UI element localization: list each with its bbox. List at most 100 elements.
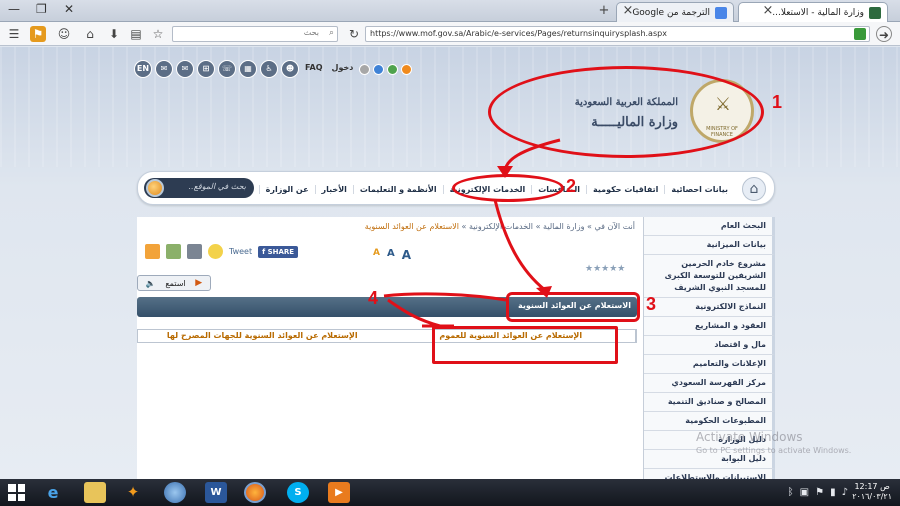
sidebar-item[interactable]: مشروع خادم الحرمين الشريفين للتوسعة الكب…	[644, 255, 775, 298]
authorized-entities-inquiry-link[interactable]: الإستعلام عن العوائد السنوية للجهات المص…	[138, 330, 387, 342]
annotation-box-public-link	[432, 326, 618, 364]
sidebar-item[interactable]: المطبوعات الحكومية	[644, 412, 775, 431]
annotation-ellipse-eservices	[452, 174, 564, 202]
nav-item-regulations[interactable]: الأنظمة و التعليمات	[352, 184, 443, 194]
new-tab-button[interactable]: +	[596, 3, 612, 19]
print-icon[interactable]	[187, 244, 202, 259]
font-size-controls: A A A	[373, 248, 411, 262]
listen-label: استمع	[165, 278, 186, 288]
bookmarks-icon[interactable]: ▤	[128, 26, 144, 42]
video-player-icon[interactable]: ▶	[328, 482, 350, 503]
browser-search-input[interactable]: بحث ⌕	[172, 26, 338, 42]
listen-button[interactable]: 🔈 استمع ▶	[137, 275, 211, 291]
nav-item-about[interactable]: عن الوزارة	[258, 184, 315, 194]
firefox-icon[interactable]	[244, 482, 266, 503]
sidebar-item[interactable]: العقود و المشاريع	[644, 317, 775, 336]
theme-blue-button[interactable]	[373, 63, 385, 75]
annotation-ellipse-logo	[488, 66, 764, 158]
url-bar[interactable]: https://www.mof.gov.sa/Arabic/e-services…	[365, 26, 870, 42]
maximize-icon[interactable]: ❐	[36, 2, 47, 16]
email-icon[interactable]: ✉	[155, 60, 173, 78]
url-text: https://www.mof.gov.sa/Arabic/e-services…	[370, 29, 667, 38]
font-large-button[interactable]: A	[402, 248, 411, 262]
flag-icon[interactable]: ⚑	[815, 487, 824, 498]
taskbar-clock[interactable]: 12:17 ص ٢٠١٦/٠٣/٢١	[852, 482, 892, 502]
site-search-input[interactable]: بحث في الموقع..	[144, 178, 254, 198]
font-medium-button[interactable]: A	[387, 248, 395, 262]
nav-item-statistics[interactable]: بيانات احصائية	[664, 184, 734, 194]
tweet-button[interactable]: Tweet	[229, 247, 252, 256]
sidebar-item[interactable]: المصالح و صناديق التنمية	[644, 393, 775, 412]
login-link[interactable]: دخول	[329, 60, 357, 78]
annotation-number-2: 2	[566, 176, 577, 196]
breadcrumb-link-ministry[interactable]: وزارة المالية	[543, 222, 584, 231]
mof-favicon-icon	[869, 6, 881, 19]
secure-site-icon[interactable]	[854, 28, 866, 40]
mail-icon[interactable]: ✉	[176, 60, 194, 78]
internet-explorer-icon[interactable]: e	[42, 482, 64, 503]
volume-icon[interactable]: ♪	[842, 487, 848, 498]
close-icon[interactable]: ✕	[64, 2, 74, 16]
theme-gray-button[interactable]	[359, 63, 371, 75]
addon-icon[interactable]: ⚑	[30, 26, 46, 42]
menu-icon[interactable]: ☰	[6, 26, 22, 42]
windows-start-icon[interactable]	[8, 484, 25, 501]
nav-item-news[interactable]: الأخبار	[314, 184, 353, 194]
breadcrumb-prefix: أنت الآن في	[594, 222, 635, 231]
bluetooth-icon[interactable]: ᛒ	[788, 487, 794, 498]
annotation-number-4: 4	[368, 288, 379, 308]
sidebar-item[interactable]: البحث العام	[644, 217, 775, 236]
sidebar-item[interactable]: الإعلانات والتعاميم	[644, 355, 775, 374]
tab-close-button[interactable]: ×	[760, 3, 776, 19]
media-player-icon[interactable]: ✦	[122, 482, 144, 503]
nav-item-agreements[interactable]: اتفاقيات حكومية	[586, 184, 664, 194]
home-icon[interactable]: ⌂	[82, 26, 98, 42]
users-icon[interactable]: ☻	[281, 60, 299, 78]
chat-icon[interactable]: ☺	[56, 26, 72, 42]
language-en-button[interactable]: EN	[134, 60, 152, 78]
file-explorer-icon[interactable]	[84, 482, 106, 503]
sidebar-item[interactable]: الاستبيانات والاستطلاعات	[644, 469, 775, 479]
rating-stars[interactable]: ★★★★★	[585, 264, 625, 274]
faq-link[interactable]: FAQ	[302, 60, 326, 78]
sidebar-item[interactable]: مال و اقتصاد	[644, 336, 775, 355]
skype-icon[interactable]: S	[287, 482, 309, 503]
theme-green-button[interactable]	[387, 63, 399, 75]
sidebar-item[interactable]: بيانات الميزانية	[644, 236, 775, 255]
facebook-share-button[interactable]: f SHARE	[258, 245, 299, 258]
play-icon: ▶	[195, 278, 203, 288]
rss-icon[interactable]	[145, 244, 160, 259]
bookmark-star-icon[interactable]: ☆	[150, 26, 166, 42]
word-icon[interactable]: W	[205, 482, 227, 503]
search-icon: ⌕	[328, 28, 334, 38]
calculator-icon[interactable]: ▦	[239, 60, 257, 78]
top-utility-icons: EN ✉ ✉ ⊞ ☏ ▦ ♿ ☻ FAQ دخول	[134, 59, 413, 79]
font-small-button[interactable]: A	[373, 248, 380, 262]
google-translate-favicon-icon	[715, 6, 727, 19]
send-email-icon[interactable]	[166, 244, 181, 259]
home-icon[interactable]: ⌂	[742, 177, 766, 201]
tray-app-icon[interactable]: ▣	[800, 487, 809, 498]
breadcrumb-link-eservices[interactable]: الخدمات الإلكترونية	[469, 222, 533, 231]
browser-nav-bar: ☰ ⚑ ☺ ⌂ ⬇ ▤ ☆ بحث ⌕ ↻ https://www.mof.go…	[0, 22, 900, 46]
reload-icon[interactable]: ↻	[346, 26, 362, 42]
theme-orange-button[interactable]	[401, 63, 413, 75]
facebook-share-label: SHARE	[267, 247, 295, 256]
search-placeholder: بحث	[303, 28, 319, 37]
accessibility-icon[interactable]: ♿	[260, 60, 278, 78]
breadcrumb-separator: »	[587, 222, 592, 231]
app-icon[interactable]	[164, 482, 186, 503]
contact-icon[interactable]: ☏	[218, 60, 236, 78]
sidebar-item[interactable]: مركز الفهرسة السعودي	[644, 374, 775, 393]
search-globe-icon[interactable]	[146, 179, 164, 197]
sidebar-item[interactable]: النماذج الالكترونية	[644, 298, 775, 317]
download-icon[interactable]: ⬇	[106, 26, 122, 42]
minimize-icon[interactable]: —	[8, 2, 20, 16]
network-icon[interactable]: ▮	[830, 487, 836, 498]
watermark-subtitle: Go to PC settings to activate Windows.	[696, 446, 852, 455]
breadcrumb-current: الاستعلام عن العوائد السنوية	[364, 222, 459, 231]
forward-icon[interactable]: ➜	[876, 26, 892, 42]
favorite-star-icon[interactable]	[208, 244, 223, 259]
tab-close-button[interactable]: ×	[620, 3, 636, 19]
sitemap-icon[interactable]: ⊞	[197, 60, 215, 78]
